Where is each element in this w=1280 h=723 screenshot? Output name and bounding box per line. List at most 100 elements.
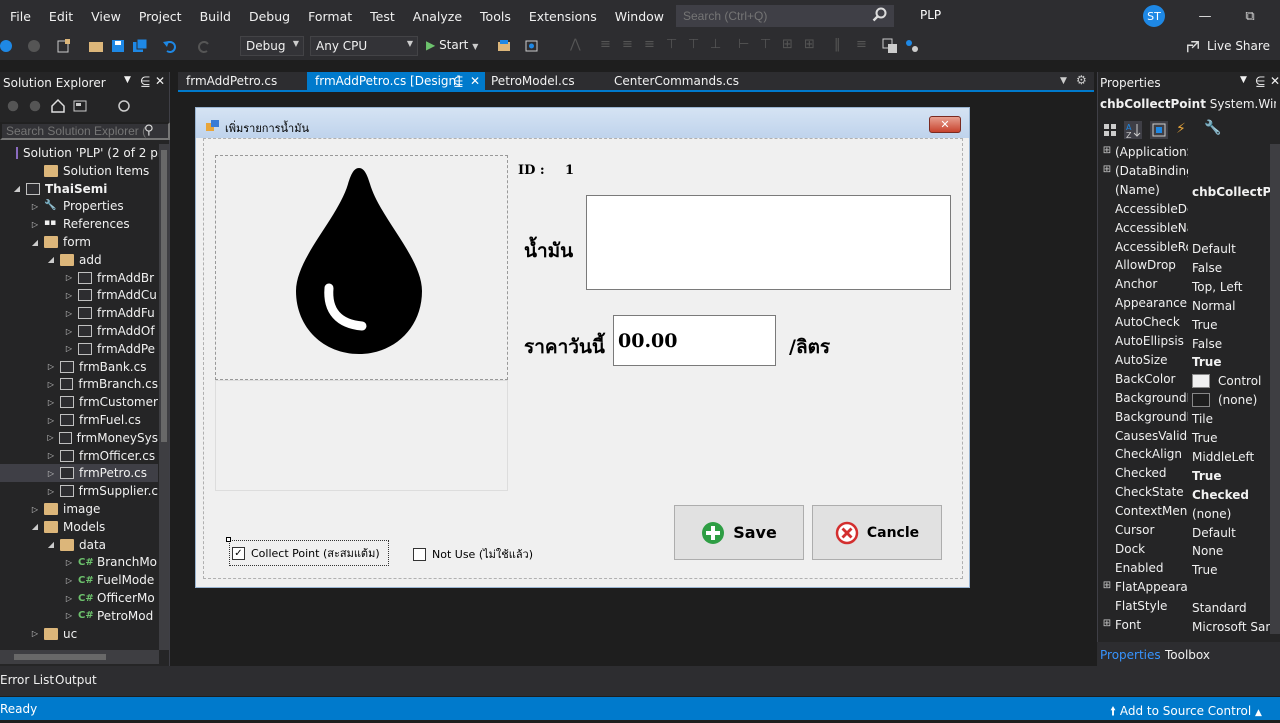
property-row[interactable]: (Name) chbCollectPoin — [1099, 183, 1270, 202]
tree-item[interactable]: ▷ ▪▪ References — [0, 215, 158, 233]
not-use-checkbox[interactable]: Not Use (ไม่ใช้แล้ว) — [413, 545, 533, 563]
collapsed-icon[interactable]: ▷ — [64, 344, 74, 353]
property-row[interactable]: AccessibleRol Default — [1099, 240, 1270, 259]
pin-icon[interactable]: ⋸ — [453, 74, 463, 88]
tree-item[interactable]: ▷ C# OfficerMo — [0, 589, 158, 607]
forward-icon[interactable] — [26, 38, 42, 54]
tree-item[interactable]: ▷ C# FuelMode — [0, 571, 158, 589]
tab-centercommands[interactable]: CenterCommands.cs — [606, 72, 747, 91]
collapsed-icon[interactable]: ▷ — [46, 416, 56, 425]
tree-item[interactable]: ◢ ThaiSemi — [0, 180, 158, 198]
property-row[interactable]: CheckAlign MiddleLeft — [1099, 447, 1270, 466]
align-right-icon[interactable]: ≡ — [644, 37, 655, 52]
menu-item-debug[interactable]: Debug — [240, 9, 299, 24]
pending-changes-icon[interactable] — [116, 98, 132, 114]
menu-item-build[interactable]: Build — [191, 9, 240, 24]
redo-icon[interactable] — [196, 38, 212, 54]
property-row[interactable]: Appearance Normal — [1099, 296, 1270, 315]
events-icon[interactable]: ⚡ — [1176, 121, 1186, 137]
property-row[interactable]: BackColor Control — [1099, 372, 1270, 391]
vertical-spacing-icon[interactable]: ≡ — [856, 37, 867, 52]
form-close-button[interactable]: ✕ — [929, 116, 961, 133]
collapsed-icon[interactable]: ▷ — [46, 451, 56, 460]
property-row[interactable]: FlatStyle Standard — [1099, 599, 1270, 618]
switch-views-icon[interactable] — [72, 98, 88, 114]
expand-icon[interactable]: ⊞ — [1099, 164, 1115, 183]
property-row[interactable]: Dock None — [1099, 542, 1270, 561]
tab-error-list[interactable]: Error List — [0, 673, 54, 687]
scrollbar-thumb[interactable] — [161, 150, 167, 442]
menu-item-format[interactable]: Format — [299, 9, 361, 24]
collapsed-icon[interactable]: ▷ — [64, 611, 74, 620]
cancel-button[interactable]: Cancle — [812, 505, 942, 560]
tree-item[interactable]: ▷ C# PetroMod — [0, 607, 158, 625]
tree-item[interactable]: ▷ frmAddBr — [0, 269, 158, 287]
property-value[interactable]: True — [1188, 353, 1270, 372]
property-row[interactable]: CheckState Checked — [1099, 485, 1270, 504]
property-row[interactable]: ⊞ (ApplicationS — [1099, 145, 1270, 164]
property-value[interactable]: True — [1188, 429, 1270, 448]
expand-icon[interactable]: ⊞ — [1099, 580, 1115, 599]
pin-icon[interactable]: ⋸ — [1255, 74, 1265, 88]
menu-item-extensions[interactable]: Extensions — [520, 9, 606, 24]
property-row[interactable]: AccessibleNan — [1099, 221, 1270, 240]
collapsed-icon[interactable]: ▷ — [64, 576, 74, 585]
make-same-size-icon[interactable]: ⊞ — [782, 37, 793, 52]
back-icon[interactable] — [0, 38, 16, 54]
platform-select[interactable]: Any CPU ▼ — [310, 36, 418, 56]
collapsed-icon[interactable]: ▷ — [46, 380, 56, 389]
tree-item[interactable]: ▷ frmMoneySys — [0, 429, 158, 447]
menu-item-window[interactable]: Window — [606, 9, 673, 24]
tree-item[interactable]: ▷ frmPetro.cs — [0, 464, 158, 483]
start-button[interactable]: ▶ Start ▼ — [426, 38, 478, 52]
collapsed-icon[interactable]: ▷ — [64, 327, 74, 336]
panel-menu-icon[interactable]: ▼ — [1240, 75, 1247, 85]
property-value[interactable]: False — [1188, 258, 1270, 277]
menu-item-view[interactable]: View — [82, 9, 130, 24]
property-row[interactable]: ⊞Font Microsoft Sans — [1099, 618, 1270, 637]
property-value[interactable]: None — [1188, 542, 1270, 561]
menu-item-test[interactable]: Test — [361, 9, 404, 24]
save-icon[interactable] — [110, 38, 126, 54]
property-value[interactable]: False — [1188, 334, 1270, 353]
categorized-icon[interactable] — [1102, 122, 1118, 138]
tab-petromodel[interactable]: PetroModel.cs — [483, 72, 583, 91]
property-value[interactable]: Default — [1188, 240, 1270, 259]
property-row[interactable]: BackgroundIn (none) — [1099, 391, 1270, 410]
property-pages-icon[interactable]: 🔧 — [1204, 120, 1221, 136]
expanded-icon[interactable]: ◢ — [46, 255, 56, 264]
tab-overflow-icon[interactable]: ▼ — [1060, 76, 1067, 86]
tab-frmaddpetro-design[interactable]: frmAddPetro.cs [Design] ⋸ ✕ — [307, 72, 485, 91]
tree-item[interactable]: Solution 'PLP' (2 of 2 pr — [0, 144, 163, 162]
live-share-button[interactable]: Live Share — [1207, 39, 1270, 53]
property-value[interactable]: (none) — [1188, 504, 1270, 523]
avatar[interactable]: ST — [1143, 5, 1165, 27]
property-object-selector[interactable]: chbCollectPoint System.Window — [1100, 97, 1276, 111]
collapsed-icon[interactable]: ▷ — [30, 202, 40, 211]
expanded-icon[interactable]: ◢ — [30, 522, 40, 531]
collect-point-checkbox[interactable]: ✓ Collect Point (สะสมแต้ม) — [229, 540, 389, 566]
collapsed-icon[interactable]: ▷ — [46, 362, 56, 371]
property-value[interactable]: Tile — [1188, 410, 1270, 429]
property-row[interactable]: AllowDrop False — [1099, 258, 1270, 277]
property-value[interactable]: True — [1188, 466, 1270, 485]
menu-item-project[interactable]: Project — [130, 9, 191, 24]
collapsed-icon[interactable]: ▷ — [46, 433, 55, 442]
property-row[interactable]: BackgroundIn Tile — [1099, 410, 1270, 429]
property-row[interactable]: CausesValidat True — [1099, 429, 1270, 448]
property-row[interactable]: Checked True — [1099, 466, 1270, 485]
open-folder-icon[interactable] — [88, 38, 104, 54]
minimize-icon[interactable]: — — [1195, 6, 1215, 26]
align-left-icon[interactable]: ≡ — [600, 37, 611, 52]
property-value[interactable] — [1188, 202, 1270, 221]
browser-link-icon[interactable] — [496, 38, 512, 54]
properties-scrollbar[interactable] — [1270, 144, 1280, 634]
property-value[interactable]: Standard — [1188, 599, 1270, 618]
property-value[interactable] — [1188, 145, 1270, 164]
menu-item-file[interactable]: File — [0, 9, 40, 24]
tree-item[interactable]: ▷ frmCustomer — [0, 393, 158, 411]
property-row[interactable]: AutoEllipsis False — [1099, 334, 1270, 353]
tree-item[interactable]: Solution Items — [0, 162, 158, 180]
properties-view-icon[interactable] — [1150, 121, 1168, 139]
solution-hscrollbar[interactable] — [0, 650, 159, 664]
